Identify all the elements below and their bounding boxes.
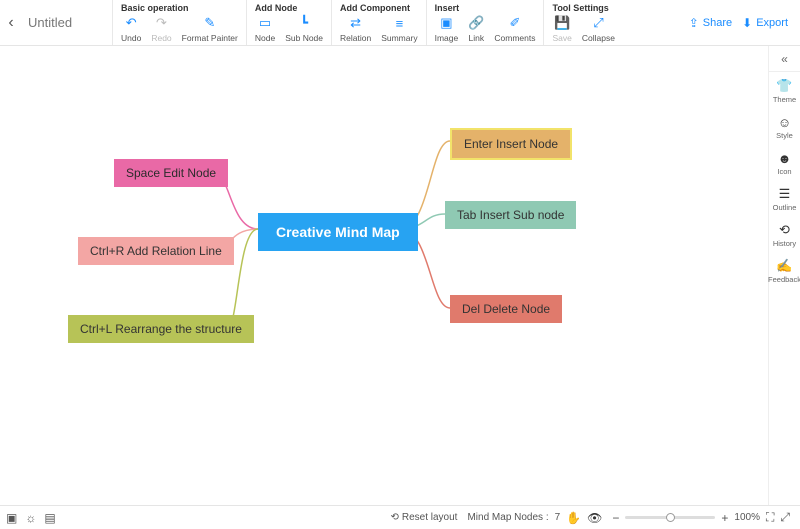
history-icon: ⟲: [779, 222, 790, 238]
relation-button[interactable]: ⇄ Relation: [340, 15, 371, 43]
top-bar: ‹ Untitled Basic operation ↶ Undo ↷ Redo…: [0, 0, 800, 46]
node-add-relation[interactable]: Ctrl+R Add Relation Line: [78, 237, 234, 265]
side-feedback[interactable]: ✍ Feedback: [769, 252, 800, 288]
group-label-insert: Insert: [435, 2, 536, 14]
node-enter-insert[interactable]: Enter Insert Node: [450, 128, 572, 160]
eye-icon[interactable]: 👁: [587, 511, 602, 525]
zoom-in-button[interactable]: +: [721, 511, 728, 525]
collapse-icon: ⤢: [593, 15, 603, 31]
insert-link-button[interactable]: 🔗 Link: [468, 15, 484, 43]
export-button[interactable]: ⬇ Export: [742, 16, 788, 30]
ribbon-group-tool-settings: Tool Settings 💾 Save ⤢ Collapse: [543, 0, 622, 45]
insert-comments-button[interactable]: ✐ Comments: [494, 15, 535, 43]
ribbon: Basic operation ↶ Undo ↷ Redo ✎ Format P…: [112, 0, 689, 45]
format-painter-button[interactable]: ✎ Format Painter: [182, 15, 238, 43]
central-node[interactable]: Creative Mind Map: [258, 213, 418, 251]
node-count: Mind Map Nodes : 7 ✋ 👁: [467, 511, 612, 525]
zoom-out-button[interactable]: −: [612, 511, 619, 525]
ribbon-group-basic: Basic operation ↶ Undo ↷ Redo ✎ Format P…: [112, 0, 246, 45]
zoom-knob[interactable]: [666, 513, 675, 522]
redo-button[interactable]: ↷ Redo: [151, 15, 171, 43]
insert-image-button[interactable]: ▣ Image: [435, 15, 459, 43]
reset-layout-button[interactable]: ⟲ Reset layout: [390, 512, 457, 523]
collapse-panel-button[interactable]: «: [769, 46, 800, 72]
add-subnode-button[interactable]: ┗ Sub Node: [285, 15, 323, 43]
node-del-delete[interactable]: Del Delete Node: [450, 295, 562, 323]
format-painter-icon: ✎: [204, 15, 215, 31]
side-history[interactable]: ⟲ History: [769, 216, 800, 252]
ribbon-group-insert: Insert ▣ Image 🔗 Link ✐ Comments: [426, 0, 544, 45]
group-label-add-node: Add Node: [255, 2, 323, 14]
node-tab-subnode[interactable]: Tab Insert Sub node: [445, 201, 576, 229]
header-actions: ⇪ Share ⬇ Export: [689, 0, 800, 45]
side-outline[interactable]: ☰ Outline: [769, 180, 800, 216]
mindmap-canvas[interactable]: Creative Mind Map Space Edit Node Ctrl+R…: [0, 46, 768, 505]
zoom-level: 100%: [734, 512, 760, 523]
collapse-button[interactable]: ⤢ Collapse: [582, 15, 615, 43]
relation-icon: ⇄: [350, 15, 361, 31]
document-title[interactable]: Untitled: [22, 0, 112, 45]
subnode-icon: ┗: [300, 15, 308, 31]
comments-icon: ✐: [509, 15, 520, 31]
bottom-left-tools: ▣ ☼ ▤: [0, 511, 56, 525]
link-icon: 🔗: [468, 15, 484, 31]
fit-screen-button[interactable]: ⛶: [766, 510, 774, 525]
node-space-edit[interactable]: Space Edit Node: [114, 159, 228, 187]
grid-icon[interactable]: ▤: [44, 511, 55, 525]
save-button[interactable]: 💾 Save: [552, 15, 571, 43]
side-theme[interactable]: 👕 Theme: [769, 72, 800, 108]
node-rearrange[interactable]: Ctrl+L Rearrange the structure: [68, 315, 254, 343]
undo-button[interactable]: ↶ Undo: [121, 15, 141, 43]
connectors: [0, 46, 768, 505]
share-button[interactable]: ⇪ Share: [689, 16, 732, 30]
icon-icon: ☻: [778, 150, 792, 166]
summary-button[interactable]: ≡ Summary: [381, 15, 417, 43]
thumbnail-icon[interactable]: ▣: [6, 511, 17, 525]
theme-icon: 👕: [776, 78, 792, 94]
ribbon-group-add-component: Add Component ⇄ Relation ≡ Summary: [331, 0, 426, 45]
add-node-button[interactable]: ▭ Node: [255, 15, 275, 43]
undo-icon: ↶: [126, 15, 137, 31]
export-icon: ⬇: [742, 16, 752, 30]
side-style[interactable]: ☺ Style: [769, 108, 800, 144]
group-label-tool-settings: Tool Settings: [552, 2, 614, 14]
side-panel: « 👕 Theme ☺ Style ☻ Icon ☰ Outline ⟲ His…: [768, 46, 800, 505]
redo-icon: ↷: [156, 15, 167, 31]
save-icon: 💾: [554, 15, 570, 31]
ribbon-group-add-node: Add Node ▭ Node ┗ Sub Node: [246, 0, 331, 45]
reset-icon: ⟲: [390, 512, 398, 523]
brightness-icon[interactable]: ☼: [25, 511, 36, 525]
group-label-add-component: Add Component: [340, 2, 418, 14]
summary-icon: ≡: [396, 15, 404, 31]
zoom-controls: − + 100% ⛶ ⤢: [612, 510, 800, 525]
outline-icon: ☰: [779, 186, 791, 202]
hand-icon[interactable]: ✋: [566, 511, 581, 525]
back-button[interactable]: ‹: [0, 0, 22, 45]
zoom-slider[interactable]: [625, 516, 715, 519]
node-icon: ▭: [259, 15, 271, 31]
feedback-icon: ✍: [776, 258, 792, 274]
image-icon: ▣: [440, 15, 452, 31]
fullscreen-button[interactable]: ⤢: [780, 510, 790, 525]
style-icon: ☺: [778, 114, 791, 130]
side-icon[interactable]: ☻ Icon: [769, 144, 800, 180]
status-bar: ▣ ☼ ▤ ⟲ Reset layout Mind Map Nodes : 7 …: [0, 505, 800, 529]
share-icon: ⇪: [689, 16, 699, 30]
group-label-basic: Basic operation: [121, 2, 238, 14]
